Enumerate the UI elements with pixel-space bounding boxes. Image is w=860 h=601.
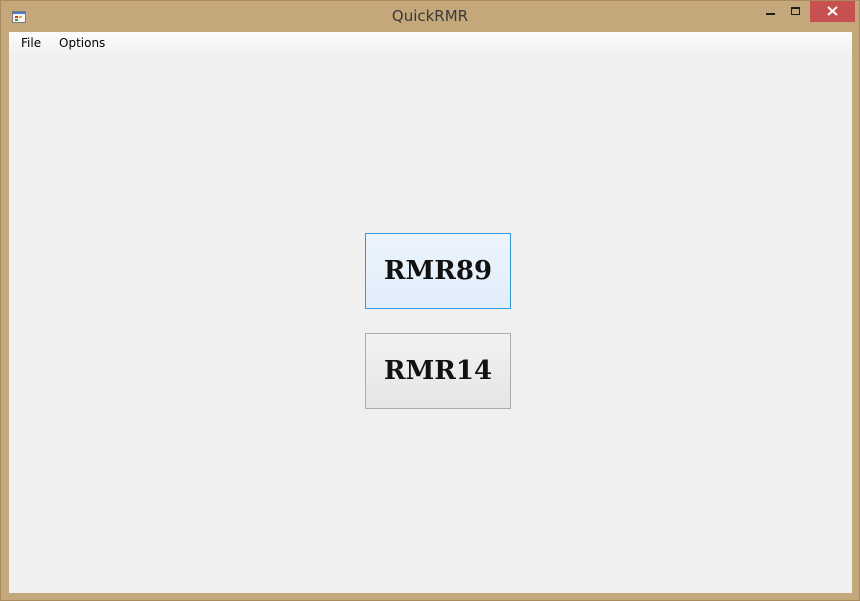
- close-icon: [827, 6, 838, 16]
- window-title: QuickRMR: [391, 7, 469, 25]
- menu-bar: File Options: [9, 32, 852, 55]
- menu-options[interactable]: Options: [59, 36, 105, 50]
- app-window-icon[interactable]: [12, 10, 26, 23]
- app-window: QuickRMR File Options RMR89 RMR14: [0, 0, 860, 601]
- title-bar[interactable]: QuickRMR: [1, 1, 859, 31]
- client-area: RMR89 RMR14: [9, 55, 852, 593]
- maximize-icon: [791, 7, 800, 15]
- maximize-button[interactable]: [783, 1, 809, 22]
- close-button[interactable]: [810, 1, 855, 22]
- rmr14-button[interactable]: RMR14: [365, 333, 511, 409]
- rmr89-button[interactable]: RMR89: [365, 233, 511, 309]
- minimize-icon: [766, 13, 775, 15]
- minimize-button[interactable]: [757, 1, 783, 22]
- menu-file[interactable]: File: [21, 36, 41, 50]
